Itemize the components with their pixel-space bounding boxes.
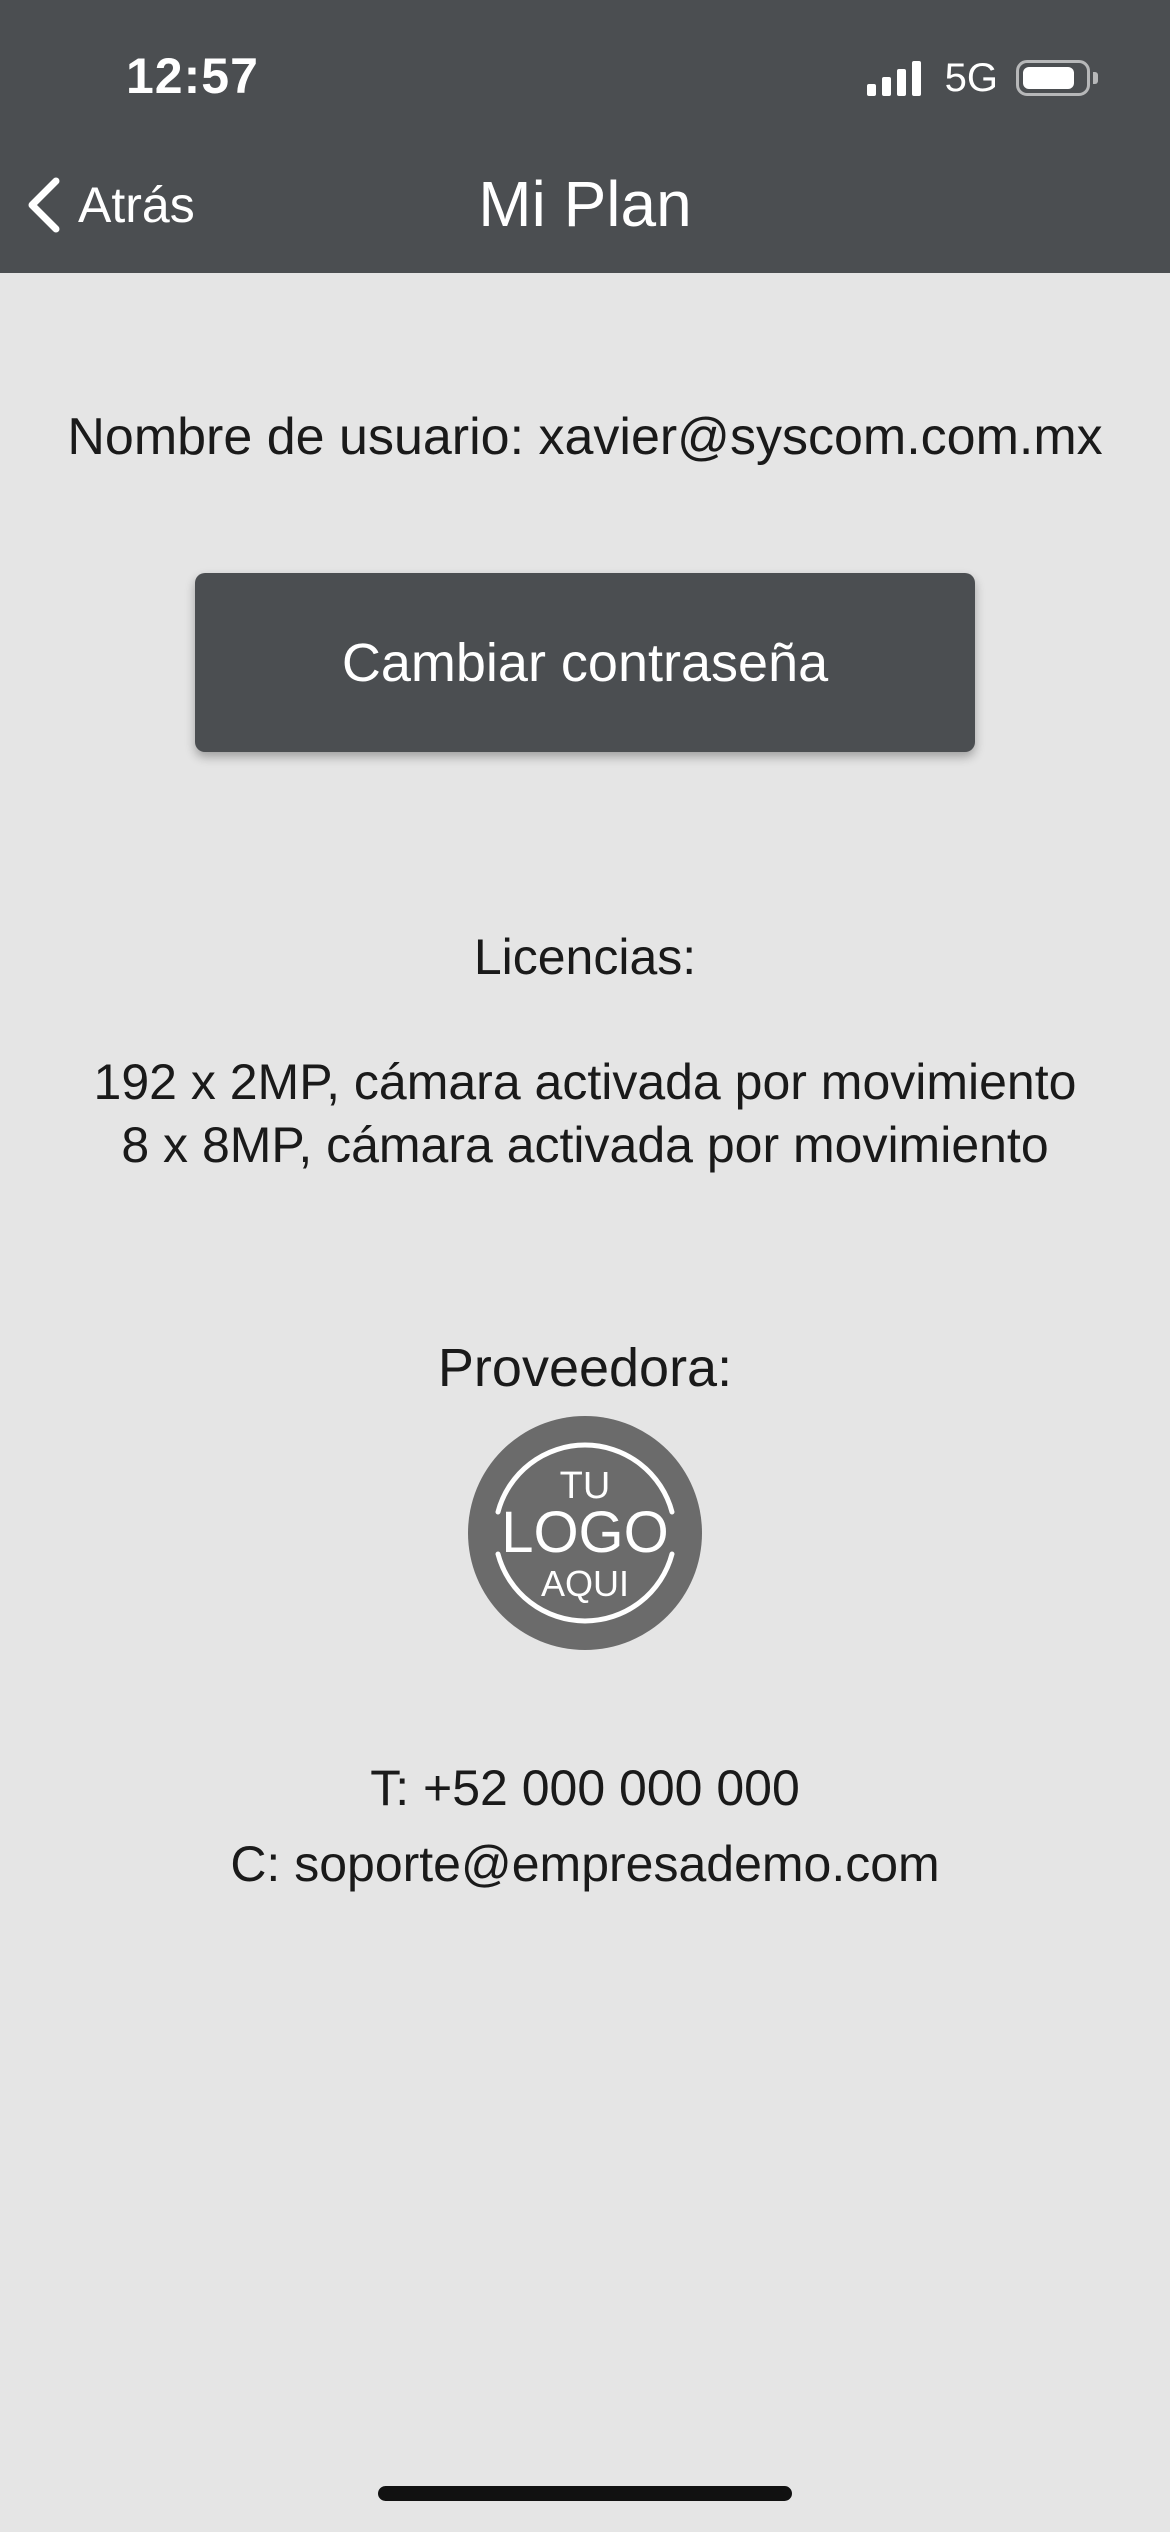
page-title: Mi Plan xyxy=(478,168,692,240)
license-item: 192 x 2MP, cámara activada por movimient… xyxy=(93,1054,1077,1110)
change-password-button[interactable]: Cambiar contraseña xyxy=(195,573,975,752)
provider-phone: T: +52 000 000 000 xyxy=(370,1760,800,1816)
home-indicator xyxy=(378,2486,792,2501)
provider-heading: Proveedora: xyxy=(437,1338,733,1398)
screen: 12:57 5G Atrás Mi Plan Nombre de usuario… xyxy=(0,0,1170,2532)
cellular-signal-icon xyxy=(866,60,927,96)
logo-text-middle: LOGO xyxy=(501,1500,669,1565)
username-label: Nombre de usuario: xavier@syscom.com.mx xyxy=(67,408,1103,466)
provider-email: C: soporte@empresademo.com xyxy=(230,1836,940,1892)
battery-level xyxy=(1023,67,1074,89)
licenses-heading: Licencias: xyxy=(473,929,697,985)
status-indicators: 5G xyxy=(866,56,1098,100)
battery-cap xyxy=(1093,72,1098,84)
header: 12:57 5G Atrás Mi Plan xyxy=(0,0,1170,273)
provider-logo: TU LOGO AQUI xyxy=(468,1416,702,1650)
battery-icon xyxy=(1016,60,1098,96)
status-time: 12:57 xyxy=(126,48,259,104)
license-item: 8 x 8MP, cámara activada por movimiento xyxy=(121,1117,1049,1173)
network-type: 5G xyxy=(944,56,998,100)
logo-text-bottom: AQUI xyxy=(541,1563,629,1604)
